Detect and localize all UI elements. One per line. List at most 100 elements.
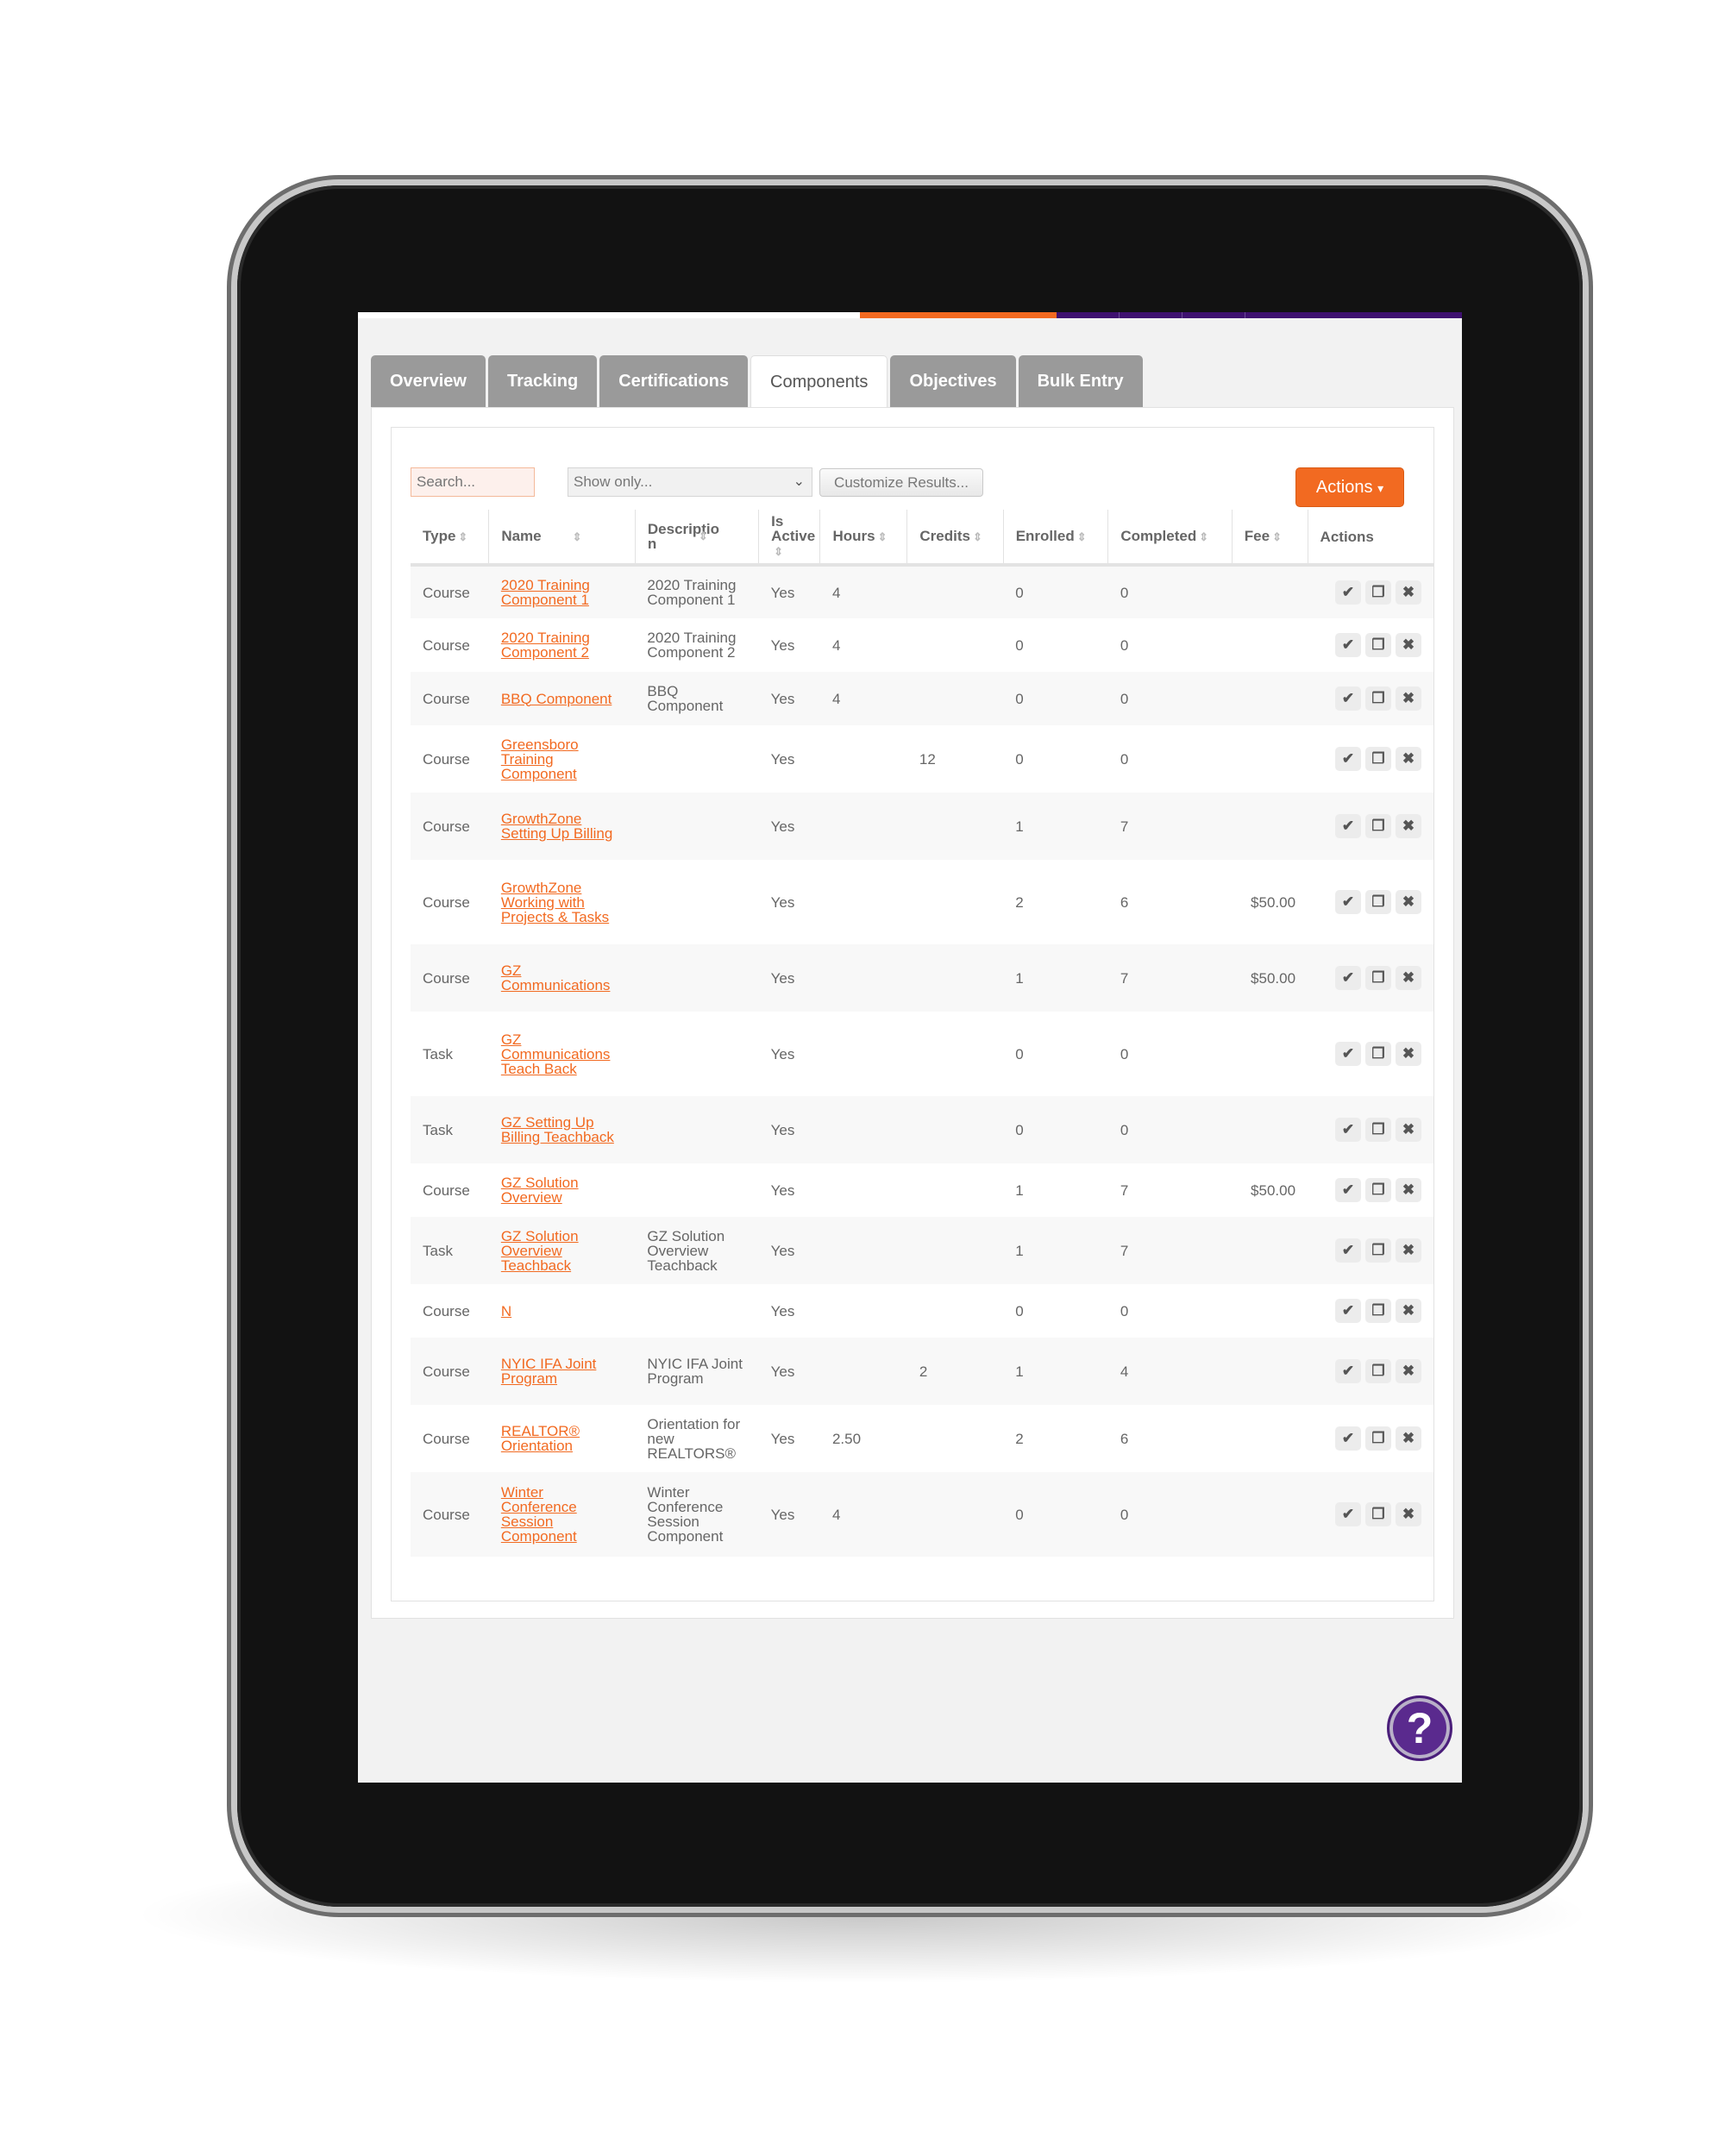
copy-button[interactable]: ❐	[1365, 1299, 1391, 1323]
check-button[interactable]: ✔	[1335, 814, 1361, 838]
copy-button[interactable]: ❐	[1365, 747, 1391, 771]
cell-is-active: Yes	[758, 1163, 820, 1217]
delete-button[interactable]: ✖	[1396, 1118, 1421, 1142]
cell-hours	[819, 1338, 907, 1405]
component-name-link[interactable]: GrowthZone Setting Up Billing	[501, 811, 612, 842]
check-button[interactable]: ✔	[1335, 1238, 1361, 1263]
delete-button[interactable]: ✖	[1396, 633, 1421, 657]
sort-icon[interactable]: ⇕	[774, 545, 783, 558]
column-header-hours[interactable]: Hours ⇕	[819, 510, 908, 567]
delete-button[interactable]: ✖	[1396, 1238, 1421, 1263]
actions-dropdown-button[interactable]: Actions ▾	[1295, 467, 1404, 507]
copy-button[interactable]: ❐	[1365, 1359, 1391, 1383]
component-name-link[interactable]: REALTOR® Orientation	[501, 1423, 580, 1454]
search-input[interactable]	[411, 467, 535, 497]
component-name-link[interactable]: Greensboro Training Component	[501, 736, 579, 782]
tab-certifications[interactable]: Certifications	[599, 355, 749, 407]
column-header-is-active[interactable]: Is Active⇕	[758, 510, 821, 567]
sort-icon[interactable]: ⇕	[1272, 530, 1282, 543]
customize-results-button[interactable]: Customize Results...	[819, 468, 983, 497]
component-name-link[interactable]: Winter Conference Session Component	[501, 1484, 577, 1545]
sort-icon[interactable]: ⇕	[699, 530, 708, 542]
copy-button[interactable]: ❐	[1365, 890, 1391, 914]
delete-button[interactable]: ✖	[1396, 890, 1421, 914]
component-name-link[interactable]: GZ Solution Overview Teachback	[501, 1228, 579, 1274]
delete-button[interactable]: ✖	[1396, 1426, 1421, 1451]
column-header-completed[interactable]: Completed ⇕	[1107, 510, 1233, 567]
sort-icon[interactable]: ⇕	[1199, 530, 1208, 543]
component-name-link[interactable]: GrowthZone Working with Projects & Tasks	[501, 880, 609, 925]
delete-button[interactable]: ✖	[1396, 1178, 1421, 1202]
check-button[interactable]: ✔	[1335, 1118, 1361, 1142]
copy-button[interactable]: ❐	[1365, 1118, 1391, 1142]
check-button[interactable]: ✔	[1335, 890, 1361, 914]
help-button[interactable]: ?	[1387, 1695, 1452, 1761]
copy-button[interactable]: ❐	[1365, 633, 1391, 657]
component-name-link[interactable]: N	[501, 1303, 511, 1319]
delete-button[interactable]: ✖	[1396, 1299, 1421, 1323]
column-header-description[interactable]: Descriptio n ⇕	[635, 510, 760, 567]
sort-icon[interactable]: ⇕	[458, 530, 467, 543]
column-header-credits[interactable]: Credits ⇕	[906, 510, 1004, 567]
component-name-link[interactable]: NYIC IFA Joint Program	[501, 1356, 597, 1387]
delete-button[interactable]: ✖	[1396, 966, 1421, 990]
column-header-name[interactable]: Name ⇕	[488, 510, 636, 567]
nav-segment-active[interactable]	[860, 312, 1057, 318]
delete-button[interactable]: ✖	[1396, 686, 1421, 711]
tab-bulk-entry[interactable]: Bulk Entry	[1018, 355, 1143, 407]
check-button[interactable]: ✔	[1335, 633, 1361, 657]
copy-button[interactable]: ❐	[1365, 814, 1391, 838]
cell-completed: 0	[1107, 725, 1233, 793]
check-button[interactable]: ✔	[1335, 1426, 1361, 1451]
delete-button[interactable]: ✖	[1396, 747, 1421, 771]
check-button[interactable]: ✔	[1335, 1299, 1361, 1323]
check-button[interactable]: ✔	[1335, 966, 1361, 990]
check-button[interactable]: ✔	[1335, 580, 1361, 605]
sort-icon[interactable]: ⇕	[573, 530, 582, 543]
check-button[interactable]: ✔	[1335, 1042, 1361, 1066]
component-name-link[interactable]: GZ Communications Teach Back	[501, 1031, 611, 1077]
delete-button[interactable]: ✖	[1396, 1042, 1421, 1066]
component-name-link[interactable]: 2020 Training Component 1	[501, 577, 590, 608]
check-button[interactable]: ✔	[1335, 1178, 1361, 1202]
show-only-select[interactable]: Show only... ⌄	[568, 467, 812, 497]
tab-tracking[interactable]: Tracking	[487, 355, 598, 407]
delete-button[interactable]: ✖	[1396, 580, 1421, 605]
component-name-link[interactable]: GZ Setting Up Billing Teachback	[501, 1114, 614, 1145]
nav-segment[interactable]	[1057, 312, 1120, 318]
delete-button[interactable]: ✖	[1396, 1502, 1421, 1526]
delete-button[interactable]: ✖	[1396, 1359, 1421, 1383]
copy-button[interactable]: ❐	[1365, 1502, 1391, 1526]
copy-button[interactable]: ❐	[1365, 1426, 1391, 1451]
copy-button[interactable]: ❐	[1365, 686, 1391, 711]
tab-overview[interactable]: Overview	[371, 355, 486, 407]
cell-description: Orientation for new REALTORS®	[635, 1405, 759, 1472]
tab-objectives[interactable]: Objectives	[890, 355, 1016, 407]
check-button[interactable]: ✔	[1335, 747, 1361, 771]
cell-completed: 0	[1107, 1012, 1233, 1096]
column-header-fee[interactable]: Fee ⇕	[1232, 510, 1308, 567]
copy-button[interactable]: ❐	[1365, 966, 1391, 990]
sort-icon[interactable]: ⇕	[878, 530, 888, 543]
tab-components[interactable]: Components	[750, 355, 888, 407]
sort-icon[interactable]: ⇕	[973, 530, 982, 543]
check-button[interactable]: ✔	[1335, 1502, 1361, 1526]
sort-icon[interactable]: ⇕	[1077, 530, 1087, 543]
column-header-type[interactable]: Type ⇕	[411, 510, 490, 567]
component-name-link[interactable]: GZ Communications	[501, 962, 611, 993]
copy-button[interactable]: ❐	[1365, 1042, 1391, 1066]
check-button[interactable]: ✔	[1335, 686, 1361, 711]
check-icon: ✔	[1341, 1302, 1355, 1319]
delete-button[interactable]: ✖	[1396, 814, 1421, 838]
nav-segment[interactable]	[1182, 312, 1245, 318]
copy-button[interactable]: ❐	[1365, 580, 1391, 605]
component-name-link[interactable]: BBQ Component	[501, 691, 612, 707]
nav-segment[interactable]	[1245, 312, 1462, 318]
component-name-link[interactable]: GZ Solution Overview	[501, 1175, 579, 1206]
nav-segment[interactable]	[1120, 312, 1182, 318]
column-header-enrolled[interactable]: Enrolled ⇕	[1003, 510, 1109, 567]
copy-button[interactable]: ❐	[1365, 1238, 1391, 1263]
component-name-link[interactable]: 2020 Training Component 2	[501, 630, 590, 661]
check-button[interactable]: ✔	[1335, 1359, 1361, 1383]
copy-button[interactable]: ❐	[1365, 1178, 1391, 1202]
